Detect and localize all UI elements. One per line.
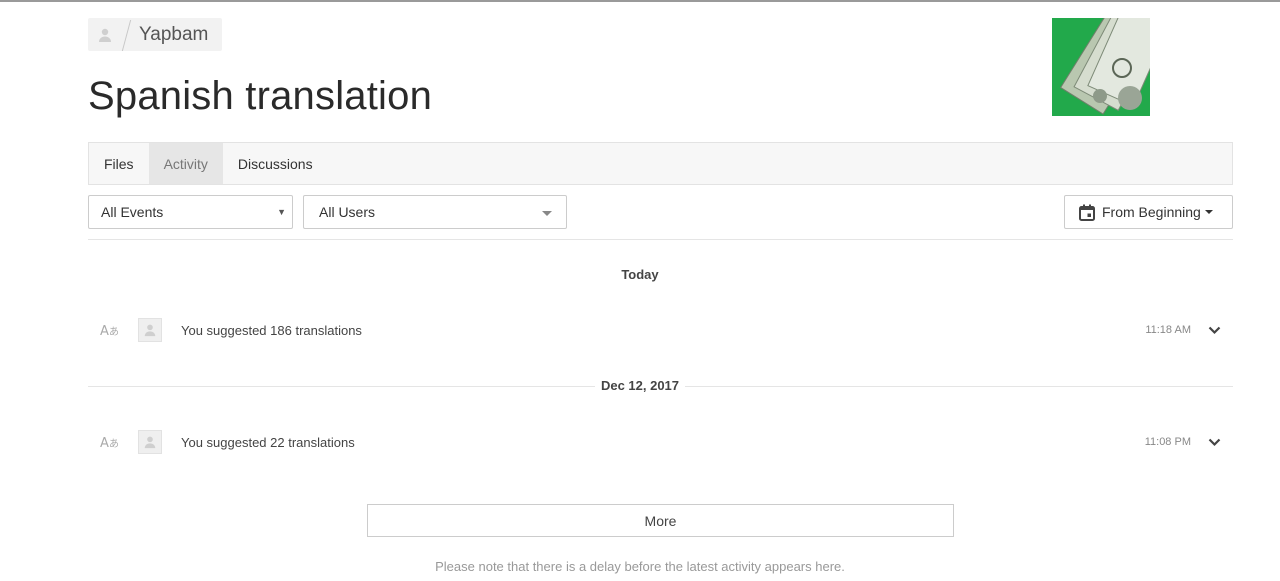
more-button[interactable]: More: [367, 504, 954, 537]
calendar-icon: [1079, 204, 1095, 221]
date-range-label: From Beginning: [1102, 204, 1201, 220]
svg-text:あ: あ: [109, 438, 119, 450]
svg-text:あ: あ: [109, 326, 119, 338]
divider: [88, 239, 1233, 240]
user-avatar-icon[interactable]: [88, 18, 121, 51]
svg-text:A: A: [100, 324, 109, 338]
users-filter-select[interactable]: All Users: [303, 195, 567, 229]
caret-down-icon: [1204, 210, 1213, 214]
dropdown-arrow-icon: [542, 211, 552, 216]
translate-icon: Aあ: [88, 434, 138, 450]
users-filter-value: All Users: [319, 204, 376, 220]
page-title: Spanish translation: [88, 74, 433, 118]
chevron-down-icon[interactable]: [1203, 326, 1225, 335]
events-filter-value: All Events: [101, 204, 164, 220]
breadcrumb: Yapbam: [88, 18, 223, 51]
svg-text:A: A: [100, 436, 109, 450]
tab-files[interactable]: Files: [89, 143, 149, 184]
translate-icon: Aあ: [88, 322, 138, 338]
date-range-button[interactable]: From Beginning: [1064, 195, 1233, 229]
activity-date-header: Today: [0, 267, 1280, 282]
activity-date-header: Dec 12, 2017: [0, 378, 1280, 393]
project-logo: [1052, 18, 1150, 116]
tab-activity[interactable]: Activity: [148, 143, 223, 184]
delay-note: Please note that there is a delay before…: [435, 559, 845, 574]
breadcrumb-project-link[interactable]: Yapbam: [133, 24, 222, 46]
events-filter-select[interactable]: All Events ▼: [88, 195, 293, 229]
chevron-down-icon[interactable]: [1203, 438, 1225, 447]
activity-item: Aあ You suggested 186 translations 11:18 …: [88, 315, 1233, 345]
user-avatar-icon: [138, 318, 162, 342]
activity-text: You suggested 22 translations: [181, 434, 355, 450]
activity-text: You suggested 186 translations: [181, 322, 362, 338]
tab-bar: Files Activity Discussions: [88, 142, 1233, 185]
tab-discussions[interactable]: Discussions: [223, 143, 328, 184]
activity-date-label: Dec 12, 2017: [594, 378, 686, 393]
breadcrumb-separator: [121, 18, 133, 51]
activity-date-label: Today: [615, 267, 665, 282]
activity-item: Aあ You suggested 22 translations 11:08 P…: [88, 427, 1233, 457]
activity-time: 11:08 PM: [1144, 436, 1191, 448]
activity-time: 11:18 AM: [1145, 324, 1191, 336]
user-avatar-icon: [138, 430, 162, 454]
dropdown-arrow-icon: ▼: [277, 207, 286, 217]
